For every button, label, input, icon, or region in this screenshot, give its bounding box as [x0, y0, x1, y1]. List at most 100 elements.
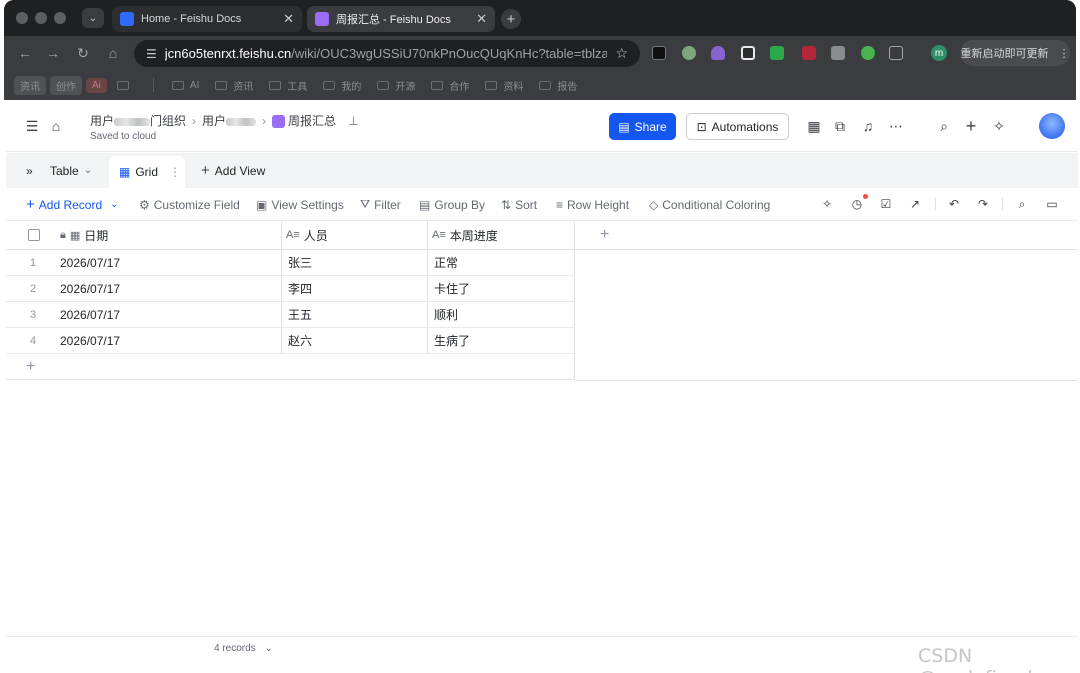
sort-button[interactable]: ⇅ Sort	[501, 188, 537, 221]
share-button[interactable]: ▤ Share	[609, 113, 676, 140]
expand-sidebar-icon[interactable]: »	[26, 153, 33, 188]
bookmark-folder[interactable]: 工具	[263, 76, 313, 95]
undo-icon[interactable]: ↶	[946, 196, 962, 212]
extension-icon[interactable]	[652, 46, 666, 60]
bookmark-folder[interactable]: 报告	[533, 76, 583, 95]
new-tab-button[interactable]: +	[501, 9, 521, 29]
extension-icon[interactable]	[682, 46, 696, 60]
customize-field-button[interactable]: ⚙ Customize Field	[139, 188, 240, 221]
comment-icon[interactable]: ▭	[1044, 196, 1060, 212]
filter-button[interactable]: ⛛ Filter	[360, 188, 401, 221]
form-icon[interactable]: ▦	[804, 116, 824, 136]
add-view-button[interactable]: + Add View	[201, 153, 265, 188]
site-settings-icon[interactable]: ☰	[146, 47, 157, 61]
minimize-window-button[interactable]	[35, 12, 47, 24]
record-count[interactable]: 4 records ⌄	[214, 643, 273, 654]
table-row[interactable]: 2 2026/07/17 李四 卡住了	[6, 276, 575, 302]
update-browser-button[interactable]: 重新启动即可更新 ⋮	[960, 40, 1070, 66]
cell-person[interactable]: 王五	[282, 302, 428, 327]
extension-icon[interactable]	[770, 46, 784, 60]
find-icon[interactable]: ⌕	[1014, 196, 1030, 212]
group-by-button[interactable]: ▤ Group By	[419, 188, 485, 221]
plus-icon[interactable]: +	[961, 116, 981, 136]
add-column-button[interactable]: +	[600, 221, 620, 249]
bookmark-tag[interactable]: 创作	[50, 75, 82, 95]
profile-avatar[interactable]: m	[931, 45, 947, 61]
extension-icon[interactable]	[741, 46, 755, 60]
user-avatar[interactable]	[1039, 113, 1065, 139]
share-arrow-icon[interactable]: ↗	[907, 196, 923, 212]
home-icon[interactable]: ⌂	[104, 44, 122, 62]
tab-search-button[interactable]: ⌄	[82, 8, 104, 28]
cell-progress[interactable]: 生病了	[428, 328, 575, 353]
back-arrow-icon[interactable]: ←	[16, 44, 34, 62]
column-header-date[interactable]: 🔒︎ ▦ 日期	[60, 221, 282, 249]
bookmark-folder[interactable]: 资讯	[209, 76, 259, 95]
cell-progress[interactable]: 正常	[428, 250, 575, 275]
close-tab-icon[interactable]: ✕	[283, 11, 294, 27]
conditional-coloring-button[interactable]: ◇ Conditional Coloring	[649, 188, 770, 221]
pin-icon[interactable]: ⊥	[348, 114, 358, 128]
cell-date[interactable]: 2026/07/17	[60, 328, 282, 353]
extension-icon[interactable]	[711, 46, 725, 60]
browser-tab-home[interactable]: Home - Feishu Docs ✕	[112, 6, 302, 32]
checkbox[interactable]	[28, 229, 40, 241]
cell-person[interactable]: 李四	[282, 276, 428, 301]
extension-icon[interactable]	[861, 46, 875, 60]
checklist-icon[interactable]: ☑	[878, 196, 894, 212]
more-vertical-icon[interactable]: ⋮	[169, 165, 181, 179]
more-horizontal-icon[interactable]: ⋯	[886, 116, 906, 136]
breadcrumb-item-user[interactable]: 用户	[202, 112, 257, 129]
bookmark-tag[interactable]: 资讯	[14, 75, 46, 95]
breadcrumb-current[interactable]: 周报汇总	[272, 112, 336, 129]
bell-icon[interactable]: ♫	[858, 116, 878, 136]
home-icon[interactable]: ⌂	[46, 116, 66, 136]
cell-person[interactable]: 赵六	[282, 328, 428, 353]
ai-sparkle-icon[interactable]: ✧	[989, 116, 1009, 136]
extension-icon[interactable]	[831, 46, 845, 60]
plugin-icon[interactable]: ⧉	[830, 116, 850, 136]
select-all-checkbox[interactable]	[28, 221, 48, 249]
extension-icon[interactable]	[802, 46, 816, 60]
ai-sparkle-icon[interactable]: ✧	[819, 196, 835, 212]
forward-arrow-icon[interactable]: →	[44, 44, 62, 62]
bookmark-folder[interactable]: 我的	[317, 76, 367, 95]
browser-tab-weekly-report[interactable]: 周报汇总 - Feishu Docs ✕	[307, 6, 495, 32]
cell-date[interactable]: 2026/07/17	[60, 276, 282, 301]
bookmark-folder[interactable]: 合作	[425, 76, 475, 95]
cell-progress[interactable]: 顺利	[428, 302, 575, 327]
cell-date[interactable]: 2026/07/17	[60, 250, 282, 275]
bookmark-folder[interactable]: 资料	[479, 76, 529, 95]
sidebar-toggle-icon[interactable]: ☰	[22, 116, 42, 136]
close-window-button[interactable]	[16, 12, 28, 24]
tab-grid-view[interactable]: ▦ Grid ⋮	[109, 156, 185, 188]
close-tab-icon[interactable]: ✕	[476, 11, 487, 27]
column-header-person[interactable]: A≡ 人员	[282, 221, 428, 249]
bookmark-folder[interactable]: AI	[166, 78, 205, 93]
maximize-window-button[interactable]	[54, 12, 66, 24]
cell-date[interactable]: 2026/07/17	[60, 302, 282, 327]
reload-icon[interactable]: ↻	[74, 44, 92, 62]
view-settings-button[interactable]: ▣ View Settings	[256, 188, 344, 221]
table-selector[interactable]: Table ⌄	[50, 153, 92, 188]
table-row[interactable]: 3 2026/07/17 王五 顺利	[6, 302, 575, 328]
automations-button[interactable]: ⊡ Automations	[686, 113, 789, 140]
redo-icon[interactable]: ↷	[975, 196, 991, 212]
cell-person[interactable]: 张三	[282, 250, 428, 275]
history-icon[interactable]: ◷	[849, 196, 865, 212]
search-icon[interactable]: ⌕	[934, 116, 954, 136]
breadcrumb-item-org[interactable]: 用户 门组织	[90, 112, 186, 129]
bookmark-folder[interactable]: 开源	[371, 76, 421, 95]
bookmark-blank[interactable]	[111, 79, 141, 92]
table-row[interactable]: 1 2026/07/17 张三 正常	[6, 250, 575, 276]
table-row[interactable]: 4 2026/07/17 赵六 生病了	[6, 328, 575, 354]
bookmark-star-icon[interactable]: ☆	[615, 45, 628, 62]
cell-progress[interactable]: 卡住了	[428, 276, 575, 301]
add-row-button[interactable]: +	[6, 354, 575, 380]
column-header-progress[interactable]: A≡ 本周进度	[428, 221, 575, 249]
extensions-puzzle-icon[interactable]	[889, 46, 903, 60]
bookmark-ai[interactable]: Ai	[86, 77, 107, 93]
address-bar[interactable]: ☰ jcn6o5tenrxt.feishu.cn/wiki/OUC3wgUSSi…	[134, 40, 640, 67]
row-height-button[interactable]: ≡ Row Height	[556, 188, 629, 221]
add-record-button[interactable]: + Add Record ⌄	[26, 188, 119, 221]
